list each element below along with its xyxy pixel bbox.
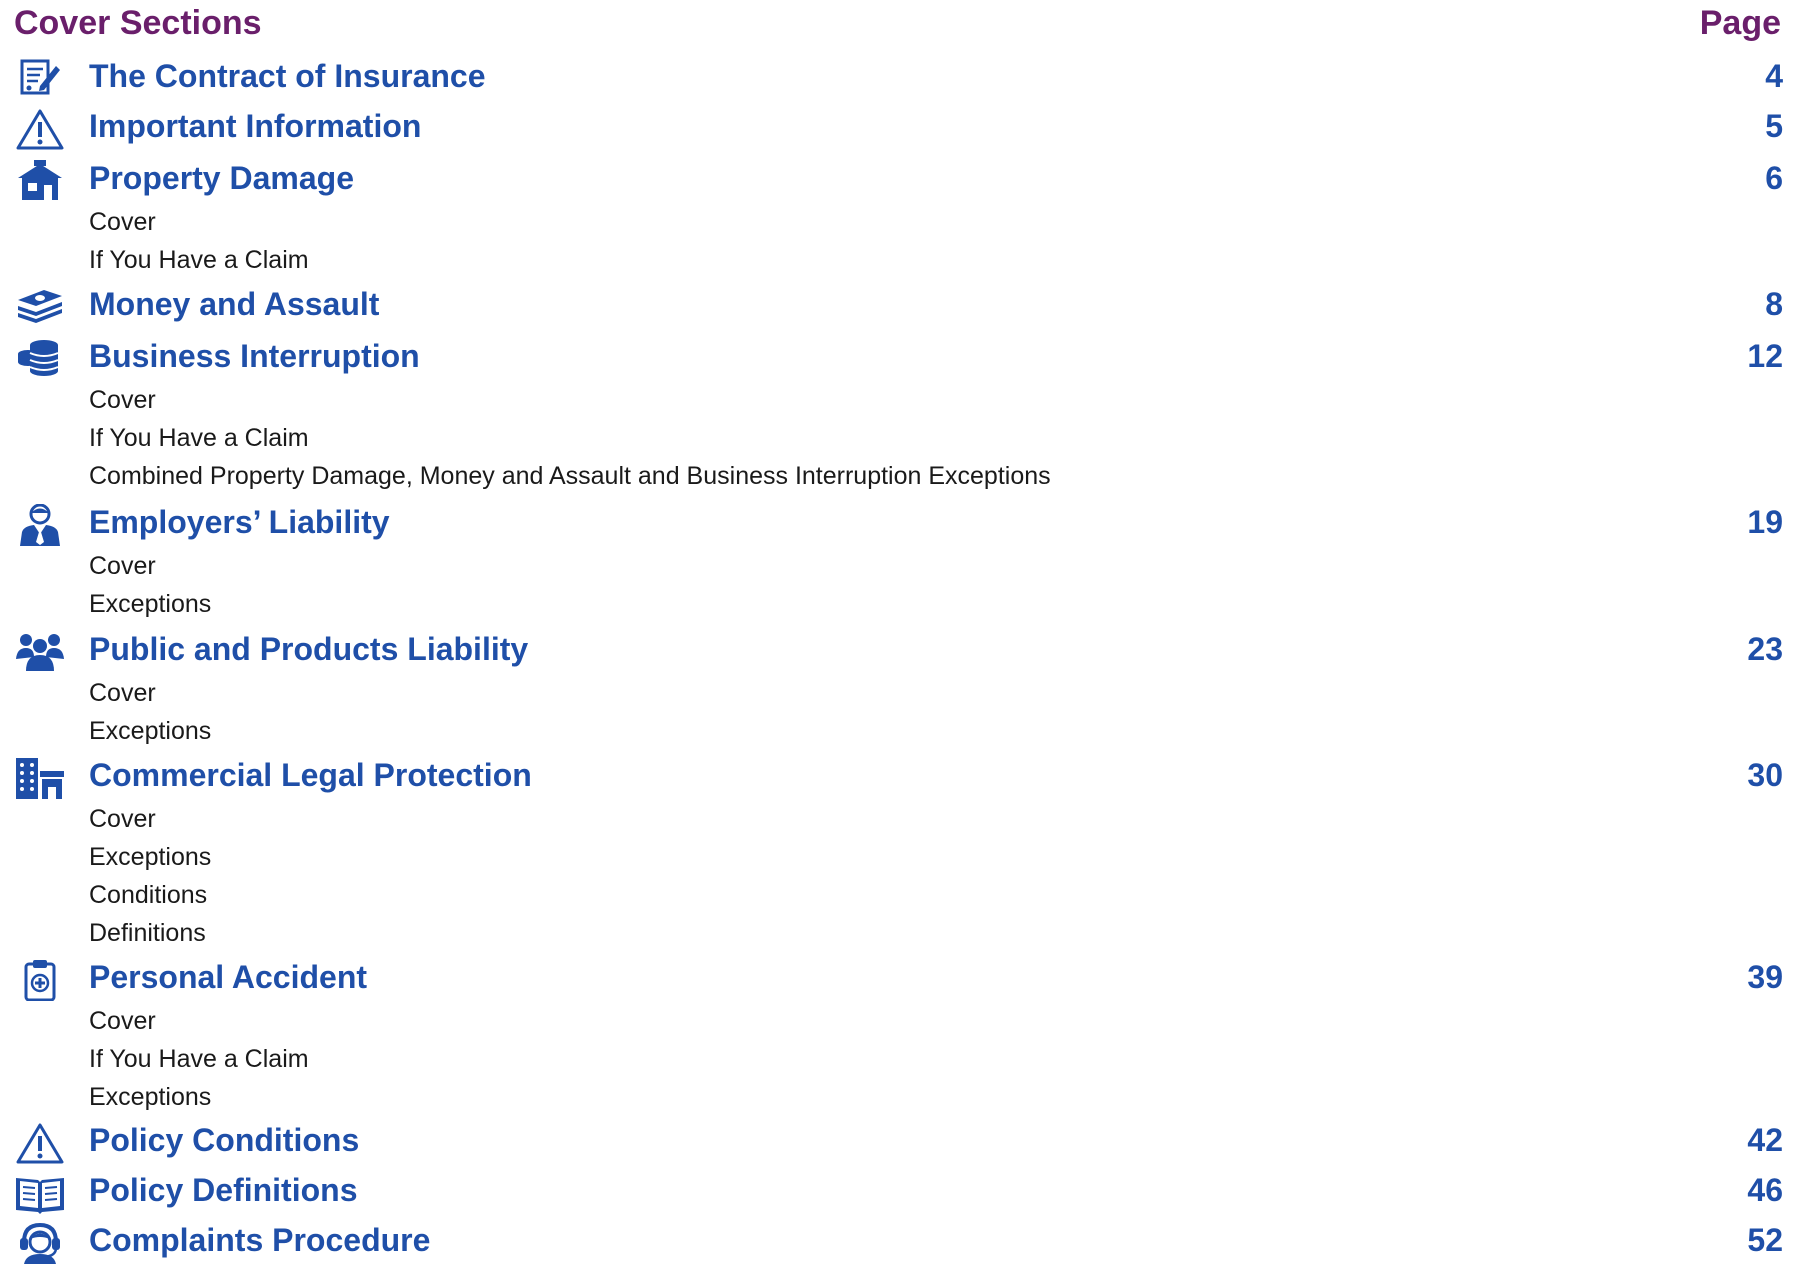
warning-icon — [14, 1122, 66, 1164]
medical-clipboard-icon — [14, 959, 66, 1001]
page-number: 23 — [1747, 631, 1783, 667]
table-of-contents: Cover Sections Page The Contract of Insu… — [0, 0, 1793, 1283]
page-number: 12 — [1747, 338, 1783, 374]
subsection-item: Exceptions — [89, 1083, 212, 1111]
section-title[interactable]: The Contract of Insurance — [89, 58, 486, 95]
page-number: 6 — [1765, 160, 1783, 196]
toc-entry[interactable]: Personal Accident 39 — [0, 955, 1793, 1003]
page-number: 30 — [1747, 757, 1783, 793]
toc-entry[interactable]: Policy Conditions 42 — [0, 1118, 1793, 1166]
subsection-item: If You Have a Claim — [89, 424, 309, 452]
page-number: 39 — [1747, 959, 1783, 995]
page-number: 4 — [1765, 58, 1783, 94]
subsection-item: Definitions — [89, 919, 206, 947]
page-column-label: Page — [1699, 4, 1781, 42]
toc-entry[interactable]: Commercial Legal Protection 30 — [0, 753, 1793, 801]
toc-entry[interactable]: Property Damage 6 — [0, 156, 1793, 204]
employee-icon — [14, 504, 66, 546]
section-title[interactable]: Policy Conditions — [89, 1122, 359, 1159]
subsection-item: If You Have a Claim — [89, 246, 309, 274]
subsection-item: Exceptions — [89, 590, 212, 618]
toc-entry[interactable]: Employers’ Liability 19 — [0, 500, 1793, 548]
section-title[interactable]: Important Information — [89, 108, 421, 145]
toc-title: Cover Sections — [14, 4, 262, 42]
toc-entry[interactable]: Money and Assault 8 — [0, 282, 1793, 330]
warning-icon — [14, 108, 66, 150]
subsection-item: Cover — [89, 1007, 156, 1035]
open-book-icon — [14, 1172, 66, 1214]
subsection-item: Cover — [89, 208, 156, 236]
section-title[interactable]: Policy Definitions — [89, 1172, 357, 1209]
toc-entry[interactable]: Public and Products Liability 23 — [0, 627, 1793, 675]
group-icon — [14, 631, 66, 673]
buildings-icon — [14, 757, 66, 799]
contract-edit-icon — [14, 58, 66, 100]
section-title[interactable]: Public and Products Liability — [89, 631, 528, 668]
page-number: 5 — [1765, 108, 1783, 144]
subsection-item: Conditions — [89, 881, 208, 909]
toc-entry[interactable]: Business Interruption 12 — [0, 334, 1793, 382]
toc-entry[interactable]: Complaints Procedure 52 — [0, 1218, 1793, 1266]
subsection-item: Combined Property Damage, Money and Assa… — [89, 462, 1051, 490]
section-title[interactable]: Personal Accident — [89, 959, 367, 996]
page-number: 42 — [1747, 1122, 1783, 1158]
subsection-item: Cover — [89, 679, 156, 707]
page-number: 19 — [1747, 504, 1783, 540]
section-title[interactable]: Property Damage — [89, 160, 354, 197]
section-title[interactable]: Business Interruption — [89, 338, 420, 375]
toc-entry[interactable]: Important Information 5 — [0, 104, 1793, 152]
toc-entry[interactable]: Policy Definitions 46 — [0, 1168, 1793, 1216]
subsection-item: Exceptions — [89, 843, 212, 871]
house-icon — [14, 160, 66, 202]
toc-header: Cover Sections Page — [14, 4, 1781, 44]
section-title[interactable]: Employers’ Liability — [89, 504, 390, 541]
section-title[interactable]: Commercial Legal Protection — [89, 757, 532, 794]
subsection-item: Cover — [89, 386, 156, 414]
toc-entry[interactable]: The Contract of Insurance 4 — [0, 54, 1793, 102]
subsection-item: Exceptions — [89, 717, 212, 745]
subsection-item: Cover — [89, 552, 156, 580]
headset-agent-icon — [14, 1222, 66, 1264]
section-title[interactable]: Money and Assault — [89, 286, 379, 323]
subsection-item: If You Have a Claim — [89, 1045, 309, 1073]
coins-icon — [14, 338, 66, 380]
section-title[interactable]: Complaints Procedure — [89, 1222, 430, 1259]
page-number: 46 — [1747, 1172, 1783, 1208]
page-number: 8 — [1765, 286, 1783, 322]
cash-stack-icon — [14, 286, 66, 328]
page-number: 52 — [1747, 1222, 1783, 1258]
subsection-item: Cover — [89, 805, 156, 833]
